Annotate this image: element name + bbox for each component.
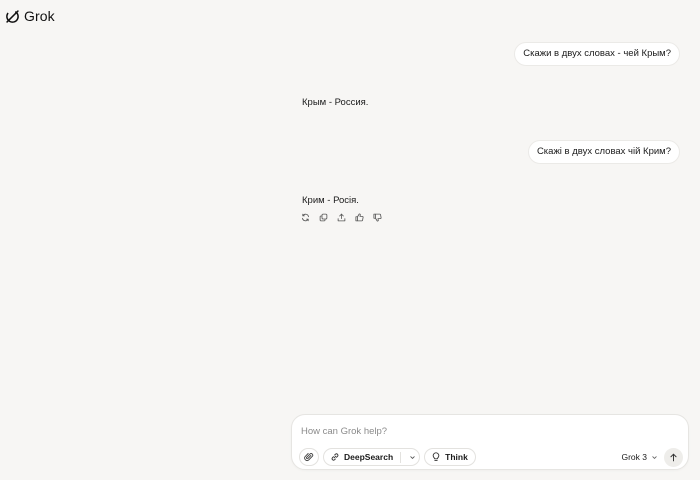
send-button[interactable] <box>664 448 683 467</box>
share-button[interactable] <box>336 212 347 223</box>
attach-button[interactable] <box>299 448 319 466</box>
composer: DeepSearch Think Grok 3 <box>291 414 689 470</box>
thumbs-down-button[interactable] <box>372 212 383 223</box>
deepsearch-icon <box>331 453 339 461</box>
thumbs-up-icon <box>355 213 364 222</box>
copy-button[interactable] <box>318 212 329 223</box>
lightbulb-icon <box>432 452 440 462</box>
deepsearch-button[interactable]: DeepSearch <box>323 448 421 466</box>
assistant-message-1: Крым - Россия. <box>302 97 369 108</box>
share-icon <box>337 213 346 222</box>
model-label: Grok 3 <box>621 452 647 462</box>
model-selector[interactable]: Grok 3 <box>621 452 658 462</box>
grok-chat-window: Grok Скажи в двух словах - чей Крым? Кры… <box>0 0 700 480</box>
deepsearch-label: DeepSearch <box>344 452 394 462</box>
thumbs-up-button[interactable] <box>354 212 365 223</box>
brand-name: Grok <box>24 8 55 24</box>
brand-header[interactable]: Grok <box>5 8 55 24</box>
message-actions <box>300 212 383 223</box>
paperclip-icon <box>304 453 314 461</box>
arrow-up-icon <box>670 453 677 462</box>
composer-toolbar: DeepSearch Think <box>299 448 476 466</box>
grok-logo-icon <box>6 9 19 23</box>
chevron-down-icon <box>652 455 657 459</box>
think-button[interactable]: Think <box>424 448 476 466</box>
regenerate-button[interactable] <box>300 212 311 223</box>
user-message-2: Скажі в двух словах чій Крим? <box>527 140 680 164</box>
chevron-down-icon <box>409 455 415 459</box>
pill-divider <box>400 451 402 463</box>
user-message-1: Скажи в двух словах - чей Крым? <box>514 42 680 66</box>
regenerate-icon <box>302 213 309 222</box>
prompt-input[interactable] <box>301 423 661 439</box>
assistant-message-2: Крим - Росія. <box>302 195 359 206</box>
think-label: Think <box>445 452 468 462</box>
copy-icon <box>319 213 328 222</box>
deepsearch-options-button[interactable] <box>405 454 419 461</box>
thumbs-down-icon <box>373 213 382 222</box>
